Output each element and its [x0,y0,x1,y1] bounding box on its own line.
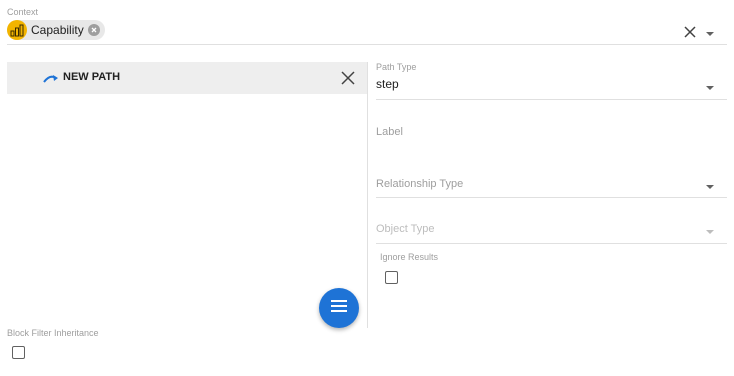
context-underline [7,44,727,45]
block-filter-checkbox[interactable] [12,346,25,359]
block-filter-label: Block Filter Inheritance [7,328,99,338]
object-type-select[interactable]: Object Type [376,223,435,235]
path-type-value[interactable]: step [376,77,399,91]
context-chip-label: Capability [31,23,84,37]
label-input[interactable]: Label [376,126,403,138]
menu-fab-button[interactable] [319,288,359,328]
close-icon[interactable] [340,70,356,86]
capability-grid-icon [7,20,27,40]
path-type-underline [376,99,727,100]
panel-divider [367,62,368,328]
chevron-down-icon[interactable] [705,224,715,234]
path-header[interactable] [7,62,367,94]
chevron-down-icon[interactable] [705,80,715,90]
context-chip[interactable]: Capability [7,20,105,40]
ignore-results-checkbox[interactable] [385,271,398,284]
redo-arrow-icon [42,71,60,83]
ignore-results-label: Ignore Results [380,252,439,262]
path-type-label: Path Type [376,62,417,72]
menu-icon [330,299,348,318]
chip-remove-icon[interactable] [87,24,100,36]
clear-icon[interactable] [682,24,698,40]
path-title: NEW PATH [63,71,121,83]
chevron-down-icon[interactable] [705,179,715,189]
relationship-type-select[interactable]: Relationship Type [376,178,463,190]
object-type-underline [376,243,727,244]
chevron-down-icon[interactable] [705,26,715,36]
context-label: Context [7,7,39,17]
relationship-type-underline [376,197,727,198]
